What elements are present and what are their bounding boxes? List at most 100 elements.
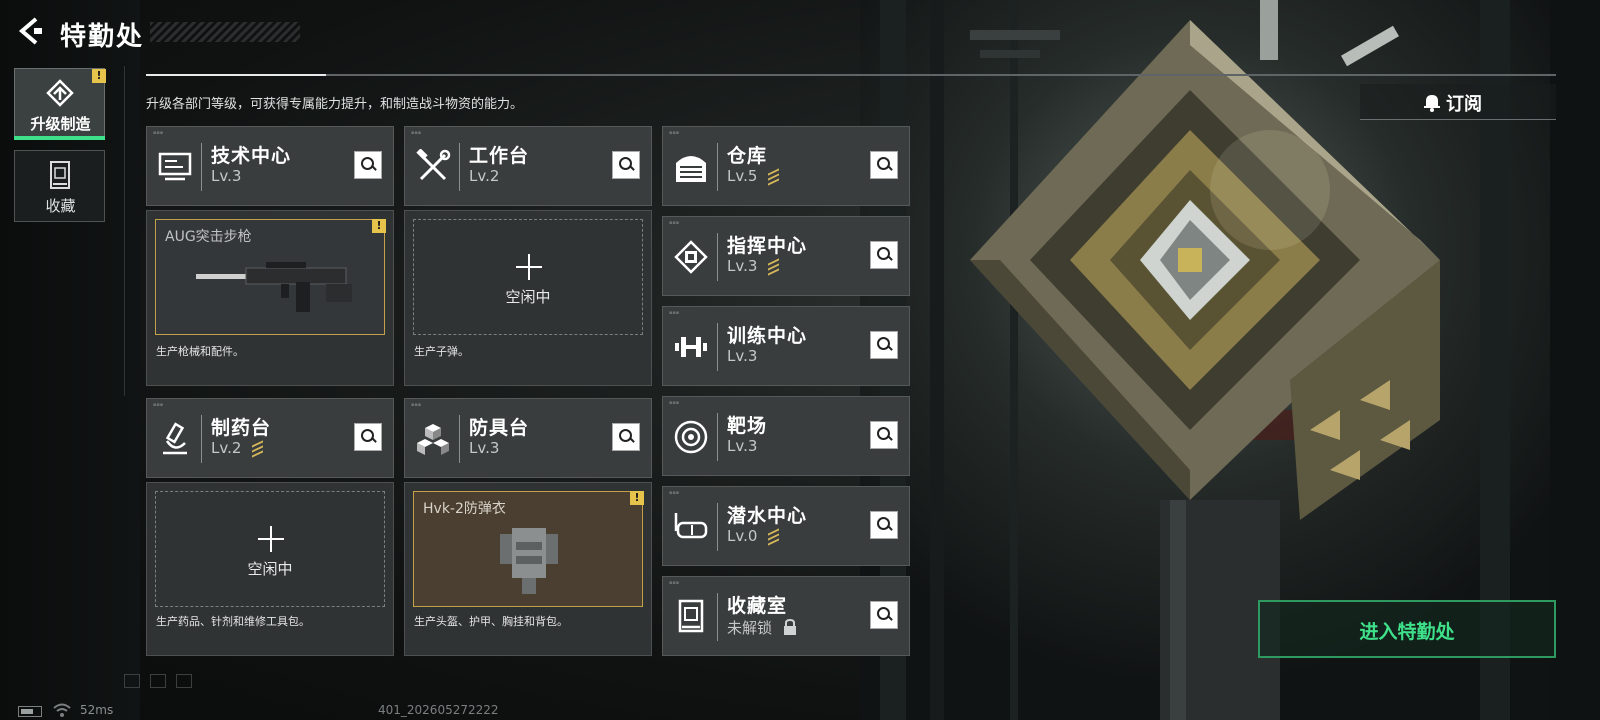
dept-card-diving[interactable]: ▪▪▪ 潜水中心 Lv.0 xyxy=(662,486,910,566)
tech-search-button[interactable] xyxy=(354,151,382,179)
sidebar-divider xyxy=(124,66,125,396)
armor-search-button[interactable] xyxy=(612,423,640,451)
training-search-button[interactable] xyxy=(870,331,898,359)
card-tag: ▪▪▪ xyxy=(153,402,164,408)
back-button[interactable] xyxy=(14,16,44,46)
warehouse-search-button[interactable] xyxy=(870,151,898,179)
production-desc-workbench: 生产子弹。 xyxy=(414,345,469,358)
production-item-tech: AUG突击步枪 xyxy=(165,229,252,245)
command-search-button[interactable] xyxy=(870,241,898,269)
tech-alert-badge: ! xyxy=(372,219,386,233)
bottom-icon-2 xyxy=(150,674,166,688)
card-tag: ▪▪▪ xyxy=(669,580,680,586)
collection-safe-icon xyxy=(50,161,70,189)
production-panel-workbench[interactable]: 空闲中 生产子弹。 xyxy=(404,210,652,386)
diving-mask-icon xyxy=(674,513,708,539)
collection-safe-icon xyxy=(678,599,704,633)
production-panel-armor[interactable]: Hvk-2防弹衣 ! 生产头盔、护甲、胸挂和背包。 xyxy=(404,482,652,656)
upgrade-craft-icon xyxy=(46,79,74,107)
workbench-search-button[interactable] xyxy=(612,151,640,179)
pharmacy-search-button[interactable] xyxy=(354,423,382,451)
dept-name-warehouse: 仓库 xyxy=(727,145,768,167)
dept-name-pharmacy: 制药台 xyxy=(211,417,272,439)
dept-card-command[interactable]: ▪▪▪ 指挥中心 Lv.3 xyxy=(662,216,910,296)
upgrade-available-icon xyxy=(767,168,781,186)
add-icon xyxy=(516,254,542,280)
card-separator xyxy=(201,415,202,463)
body-armor-image xyxy=(500,528,558,594)
target-icon xyxy=(674,420,708,454)
card-separator xyxy=(717,503,718,551)
dept-card-tech[interactable]: ▪▪▪ 技术中心 Lv.3 xyxy=(146,126,394,206)
warehouse-icon xyxy=(676,156,706,182)
build-id: 401_202605272222 xyxy=(378,703,499,717)
armor-alert-badge: ! xyxy=(630,491,644,505)
production-slot-armor[interactable]: Hvk-2防弹衣 ! xyxy=(413,491,644,607)
wifi-icon xyxy=(53,703,71,717)
dept-card-pharmacy[interactable]: ▪▪▪ 制药台 Lv.2 xyxy=(146,398,394,478)
upgrade-available-icon xyxy=(767,258,781,276)
app-screen: 特勤处 升级制造 ! 收藏 升级各部门等级，可获得专属能力提升，和制造战斗物资的… xyxy=(0,0,1600,720)
dept-card-range[interactable]: ▪▪▪ 靶场 Lv.3 xyxy=(662,396,910,476)
card-separator xyxy=(717,593,718,641)
dept-card-workbench[interactable]: ▪▪▪ 工作台 Lv.2 xyxy=(404,126,652,206)
dept-name-workbench: 工作台 xyxy=(469,145,530,167)
card-tag: ▪▪▪ xyxy=(669,130,680,136)
subscribe-label: 订阅 xyxy=(1446,94,1482,115)
production-item-armor: Hvk-2防弹衣 xyxy=(423,501,506,517)
enter-hq-button[interactable]: 进入特勤处 xyxy=(1258,600,1556,658)
diving-search-button[interactable] xyxy=(870,511,898,539)
card-separator xyxy=(201,143,202,191)
cubes-icon xyxy=(417,424,449,455)
production-panel-tech[interactable]: AUG突击步枪 ! 生产枪械和配件。 xyxy=(146,210,394,386)
dept-card-training[interactable]: ▪▪▪ 训练中心 Lv.3 xyxy=(662,306,910,386)
bottom-icon-1 xyxy=(124,674,140,688)
production-slot-workbench[interactable]: 空闲中 xyxy=(413,219,643,335)
card-separator xyxy=(459,143,460,191)
dept-level-range: Lv.3 xyxy=(727,437,758,455)
dept-name-tech: 技术中心 xyxy=(211,145,292,167)
card-separator xyxy=(717,233,718,281)
production-status-pharmacy: 空闲中 xyxy=(247,560,293,578)
card-tag: ▪▪▪ xyxy=(669,310,680,316)
range-search-button[interactable] xyxy=(870,421,898,449)
upgrade-alert-badge: ! xyxy=(92,69,106,83)
sidebar-item-upgrade[interactable]: 升级制造 ! xyxy=(14,68,106,140)
wrench-hammer-icon xyxy=(416,149,451,181)
lock-icon xyxy=(784,619,796,635)
dept-card-collection[interactable]: ▪▪▪ 收藏室 未解锁 xyxy=(662,576,910,656)
production-panel-pharmacy[interactable]: 空闲中 生产药品、针剂和维修工具包。 xyxy=(146,482,394,656)
dept-level-training: Lv.3 xyxy=(727,347,758,365)
dept-card-warehouse[interactable]: ▪▪▪ 仓库 Lv.5 xyxy=(662,126,910,206)
production-slot-pharmacy[interactable]: 空闲中 xyxy=(155,491,385,607)
enter-hq-label: 进入特勤处 xyxy=(1359,621,1455,643)
card-tag: ▪▪▪ xyxy=(411,130,422,136)
card-separator xyxy=(717,143,718,191)
title-hatch-decoration xyxy=(150,22,300,42)
dept-card-armor[interactable]: ▪▪▪ 防具台 Lv.3 xyxy=(404,398,652,478)
rifle-image xyxy=(196,262,352,312)
card-tag: ▪▪▪ xyxy=(411,402,422,408)
bottom-icon-3 xyxy=(176,674,192,688)
page-title: 特勤处 xyxy=(60,22,145,52)
subscribe-button[interactable]: 订阅 xyxy=(1360,84,1556,120)
production-slot-tech[interactable]: AUG突击步枪 ! xyxy=(155,219,386,335)
microscope-icon xyxy=(163,422,187,455)
card-tag: ▪▪▪ xyxy=(669,490,680,496)
top-divider xyxy=(146,74,1556,76)
card-tag: ▪▪▪ xyxy=(669,400,680,406)
collection-search-button[interactable] xyxy=(870,601,898,629)
chip-icon xyxy=(674,240,708,274)
sidebar-item-collect[interactable]: 收藏 xyxy=(14,150,105,222)
dept-level-warehouse: Lv.5 xyxy=(727,167,758,185)
sidebar-upgrade-label: 升级制造 xyxy=(30,115,91,133)
dept-name-command: 指挥中心 xyxy=(727,235,808,257)
battery-icon xyxy=(18,706,42,717)
monitor-icon xyxy=(158,152,192,181)
ping-readout: 52ms xyxy=(80,703,114,717)
dept-name-diving: 潜水中心 xyxy=(727,505,808,527)
production-desc-armor: 生产头盔、护甲、胸挂和背包。 xyxy=(414,615,568,628)
dept-name-collection: 收藏室 xyxy=(727,595,788,617)
dept-name-training: 训练中心 xyxy=(727,325,808,347)
production-status-workbench: 空闲中 xyxy=(505,288,551,306)
